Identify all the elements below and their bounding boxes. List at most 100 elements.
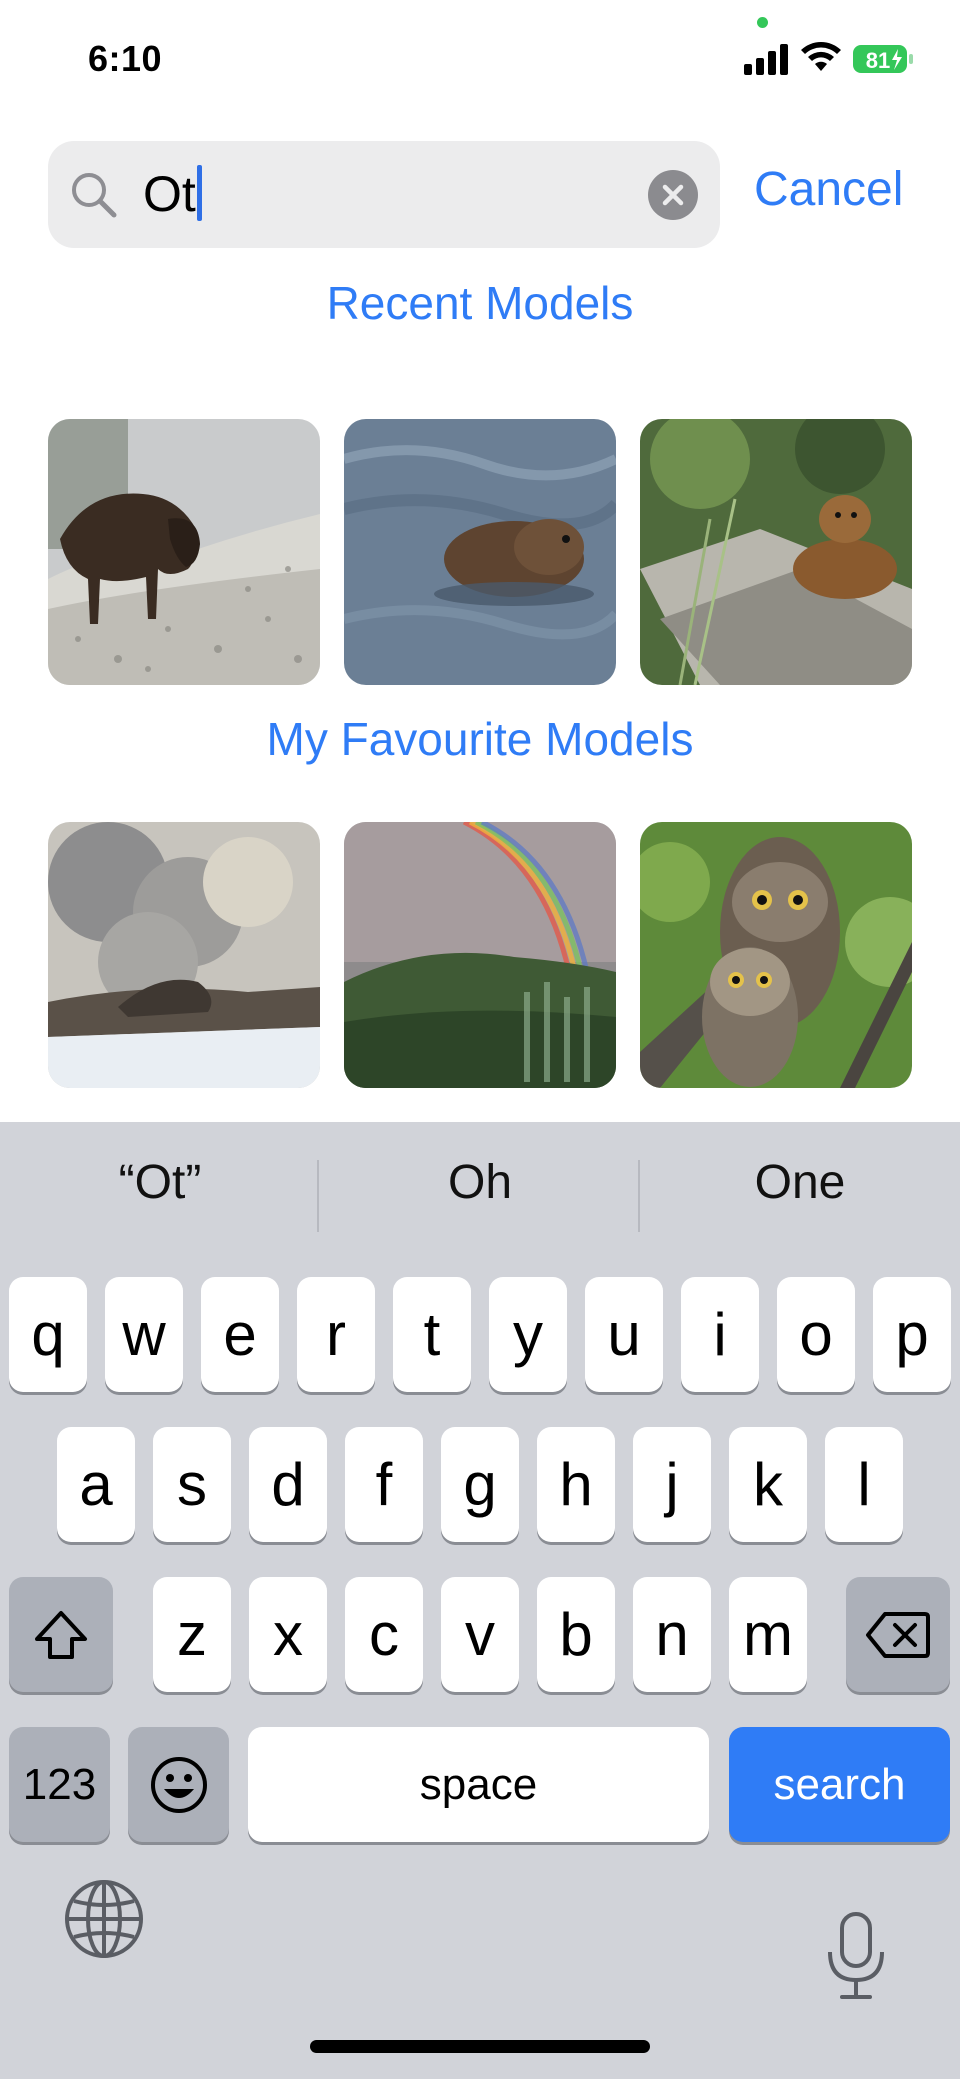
favourite-model-owls[interactable] <box>640 822 912 1088</box>
key-label: t <box>423 1300 441 1368</box>
key-k[interactable]: k <box>729 1427 807 1542</box>
key-o[interactable]: o <box>777 1277 855 1392</box>
key-c[interactable]: c <box>345 1577 423 1692</box>
favourite-model-geyser[interactable] <box>48 822 320 1088</box>
battery-level-text: 81 <box>866 48 890 73</box>
marmot-image <box>640 419 912 685</box>
key-t[interactable]: t <box>393 1277 471 1392</box>
home-indicator <box>310 2040 650 2053</box>
rainbow-image <box>344 822 616 1088</box>
key-z[interactable]: z <box>153 1577 231 1692</box>
key-q[interactable]: q <box>9 1277 87 1392</box>
key-label: d <box>271 1450 305 1518</box>
bison-image <box>48 419 320 685</box>
key-label: o <box>799 1300 833 1368</box>
key-b[interactable]: b <box>537 1577 615 1692</box>
key-n[interactable]: n <box>633 1577 711 1692</box>
text-caret <box>196 165 202 221</box>
shift-icon <box>35 1610 87 1659</box>
suggestion-3[interactable]: One <box>650 1155 950 1210</box>
recent-models-heading[interactable]: Recent Models <box>0 276 960 330</box>
key-label: g <box>463 1450 497 1518</box>
key-i[interactable]: i <box>681 1277 759 1392</box>
key-w[interactable]: w <box>105 1277 183 1392</box>
key-v[interactable]: v <box>441 1577 519 1692</box>
key-label: y <box>513 1300 543 1368</box>
key-label: l <box>857 1450 871 1518</box>
cancel-button[interactable]: Cancel <box>754 162 903 217</box>
key-label: x <box>273 1600 303 1668</box>
key-l[interactable]: l <box>825 1427 903 1542</box>
suggestion-divider <box>317 1160 319 1232</box>
emoji-icon <box>150 1756 207 1813</box>
space-key-label: space <box>419 1759 538 1809</box>
key-label: b <box>559 1600 593 1668</box>
close-icon <box>662 184 684 206</box>
key-u[interactable]: u <box>585 1277 663 1392</box>
key-label: f <box>375 1450 393 1518</box>
key-label: v <box>465 1600 495 1668</box>
key-label: i <box>713 1300 727 1368</box>
backspace-key[interactable] <box>846 1577 950 1692</box>
emoji-key[interactable] <box>128 1727 229 1842</box>
search-field[interactable]: Ot <box>48 141 720 248</box>
numbers-key[interactable]: 123 <box>9 1727 110 1842</box>
key-label: m <box>743 1600 793 1668</box>
search-input-value: Ot <box>143 166 196 222</box>
key-label: a <box>79 1450 113 1518</box>
clear-search-button[interactable] <box>648 170 698 220</box>
key-label: k <box>753 1450 783 1518</box>
key-label: r <box>326 1300 346 1368</box>
globe-icon[interactable] <box>62 1877 146 1961</box>
key-label: e <box>223 1300 257 1368</box>
key-d[interactable]: d <box>249 1427 327 1542</box>
wifi-icon <box>801 42 841 71</box>
favourite-model-rainbow[interactable] <box>344 822 616 1088</box>
key-j[interactable]: j <box>633 1427 711 1542</box>
status-time: 6:10 <box>88 38 163 79</box>
key-label: s <box>177 1450 207 1518</box>
key-label: h <box>559 1450 593 1518</box>
privacy-indicator-dot <box>757 17 768 28</box>
key-label: c <box>369 1600 399 1668</box>
suggestion-2[interactable]: Oh <box>330 1155 630 1210</box>
microphone-icon[interactable] <box>822 1910 890 2002</box>
key-label: p <box>895 1300 929 1368</box>
key-g[interactable]: g <box>441 1427 519 1542</box>
shift-key[interactable] <box>9 1577 113 1692</box>
owls-image <box>640 822 912 1088</box>
key-f[interactable]: f <box>345 1427 423 1542</box>
backspace-icon <box>866 1611 930 1658</box>
otter-image <box>344 419 616 685</box>
search-key[interactable]: search <box>729 1727 950 1842</box>
recent-model-otter[interactable] <box>344 419 616 685</box>
recent-model-marmot[interactable] <box>640 419 912 685</box>
numbers-key-label: 123 <box>22 1759 97 1809</box>
favourite-models-heading[interactable]: My Favourite Models <box>0 712 960 766</box>
key-h[interactable]: h <box>537 1427 615 1542</box>
recent-model-bison[interactable] <box>48 419 320 685</box>
key-a[interactable]: a <box>57 1427 135 1542</box>
cellular-signal-icon <box>744 44 788 75</box>
search-icon <box>72 173 117 218</box>
key-p[interactable]: p <box>873 1277 951 1392</box>
suggestion-divider <box>638 1160 640 1232</box>
key-x[interactable]: x <box>249 1577 327 1692</box>
key-label: z <box>177 1600 207 1668</box>
battery-icon: 81 <box>852 42 914 76</box>
key-label: w <box>122 1300 166 1368</box>
key-label: q <box>31 1300 65 1368</box>
key-e[interactable]: e <box>201 1277 279 1392</box>
key-r[interactable]: r <box>297 1277 375 1392</box>
key-label: j <box>665 1450 679 1518</box>
space-key[interactable]: space <box>248 1727 709 1842</box>
suggestion-1[interactable]: “Ot” <box>10 1155 310 1210</box>
key-m[interactable]: m <box>729 1577 807 1692</box>
key-s[interactable]: s <box>153 1427 231 1542</box>
key-label: n <box>655 1600 689 1668</box>
key-label: u <box>607 1300 641 1368</box>
search-input[interactable]: Ot <box>143 165 202 223</box>
geyser-image <box>48 822 320 1088</box>
key-y[interactable]: y <box>489 1277 567 1392</box>
search-key-label: search <box>773 1759 906 1809</box>
